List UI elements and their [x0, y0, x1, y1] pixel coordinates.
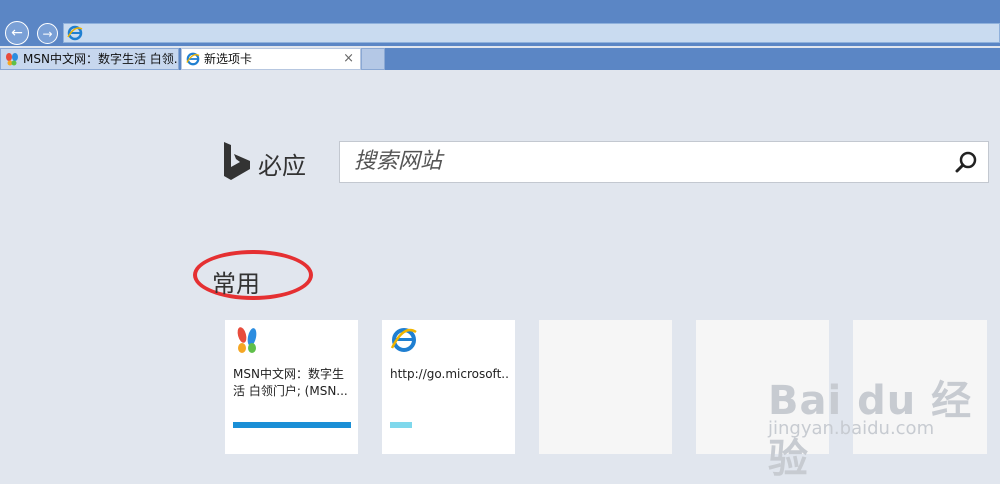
browser-toolbar: ← → — [0, 0, 1000, 46]
frequent-section-title: 常用 — [212, 270, 260, 298]
search-icon[interactable] — [955, 150, 979, 174]
tab-msn-label: MSN中文网：数字生活 白领... — [23, 52, 179, 66]
tab-new-label: 新选项卡 — [204, 52, 253, 66]
tile-microsoft[interactable]: http://go.microsoft.... — [382, 320, 515, 454]
bing-brand: 必应 — [258, 152, 306, 180]
search-input[interactable]: 搜索网站 — [339, 141, 989, 183]
tile-accent-bar — [233, 422, 351, 428]
tab-msn[interactable]: MSN中文网：数字生活 白领... — [0, 48, 179, 70]
address-bar[interactable] — [63, 23, 1000, 43]
msn-butterfly-icon — [237, 327, 257, 353]
bing-logo-icon — [224, 142, 250, 180]
tile-microsoft-label: http://go.microsoft.... — [390, 367, 510, 381]
msn-butterfly-icon — [6, 53, 18, 66]
watermark-url: jingyan.baidu.com — [768, 418, 935, 439]
arrow-right-icon: → — [42, 26, 53, 41]
close-tab-button[interactable]: × — [343, 49, 354, 69]
new-tab-button[interactable] — [361, 48, 385, 70]
baidu-watermark: Bai du 经验 jingyan.baidu.com — [768, 368, 1000, 482]
ie-icon — [390, 328, 417, 352]
ie-icon — [67, 25, 83, 41]
arrow-left-icon: ← — [11, 25, 23, 41]
tab-strip: MSN中文网：数字生活 白领... 新选项卡 × — [0, 48, 1000, 70]
back-button[interactable]: ← — [5, 21, 29, 45]
tile-empty[interactable] — [539, 320, 672, 454]
tile-msn-label: MSN中文网：数字生活 白领门户; (MSN... — [233, 367, 348, 398]
tile-accent-bar — [390, 422, 412, 428]
forward-button[interactable]: → — [37, 23, 58, 44]
tab-new[interactable]: 新选项卡 × — [181, 48, 361, 70]
ie-icon — [186, 52, 200, 66]
tile-msn[interactable]: MSN中文网：数字生活 白领门户; (MSN... — [225, 320, 358, 454]
